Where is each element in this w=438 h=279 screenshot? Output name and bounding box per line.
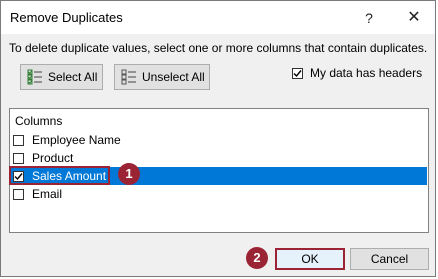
unselect-all-button[interactable]: Unselect All <box>114 64 210 90</box>
column-label: Employee Name <box>32 133 121 147</box>
unselect-all-label: Unselect All <box>142 70 205 84</box>
column-label: Email <box>32 187 63 201</box>
dialog-title: Remove Duplicates <box>10 10 123 25</box>
column-checkbox[interactable] <box>13 134 24 146</box>
step-badge-2: 2 <box>246 247 268 269</box>
help-button[interactable]: ? <box>354 6 384 30</box>
headers-label: My data has headers <box>310 66 423 80</box>
column-item-employee-name[interactable]: Employee Name <box>11 131 427 149</box>
column-checkbox[interactable] <box>13 152 24 164</box>
my-data-has-headers-option[interactable]: My data has headers <box>292 66 422 80</box>
checklist-icon <box>27 69 42 85</box>
cancel-button[interactable]: Cancel <box>350 248 429 270</box>
instruction-text: To delete duplicate values, select one o… <box>9 41 428 55</box>
column-item-product[interactable]: Product <box>11 149 427 167</box>
select-all-label: Select All <box>48 70 98 84</box>
columns-label: Columns <box>15 114 63 128</box>
column-checkbox[interactable] <box>13 188 24 200</box>
step-badge-1: 1 <box>118 163 140 185</box>
column-item-email[interactable]: Email <box>11 185 427 203</box>
column-label: Product <box>32 151 74 165</box>
select-all-button[interactable]: Select All <box>20 64 103 90</box>
ok-button[interactable]: OK <box>275 248 345 270</box>
highlight-box-sales-amount <box>9 166 110 185</box>
close-icon[interactable]: ✕ <box>399 6 429 30</box>
remove-duplicates-dialog: Remove Duplicates ? ✕ To delete duplicat… <box>0 0 436 277</box>
title-bar: Remove Duplicates ? ✕ <box>1 1 435 34</box>
unchecklist-icon <box>121 69 136 85</box>
headers-checkbox[interactable] <box>292 67 303 79</box>
